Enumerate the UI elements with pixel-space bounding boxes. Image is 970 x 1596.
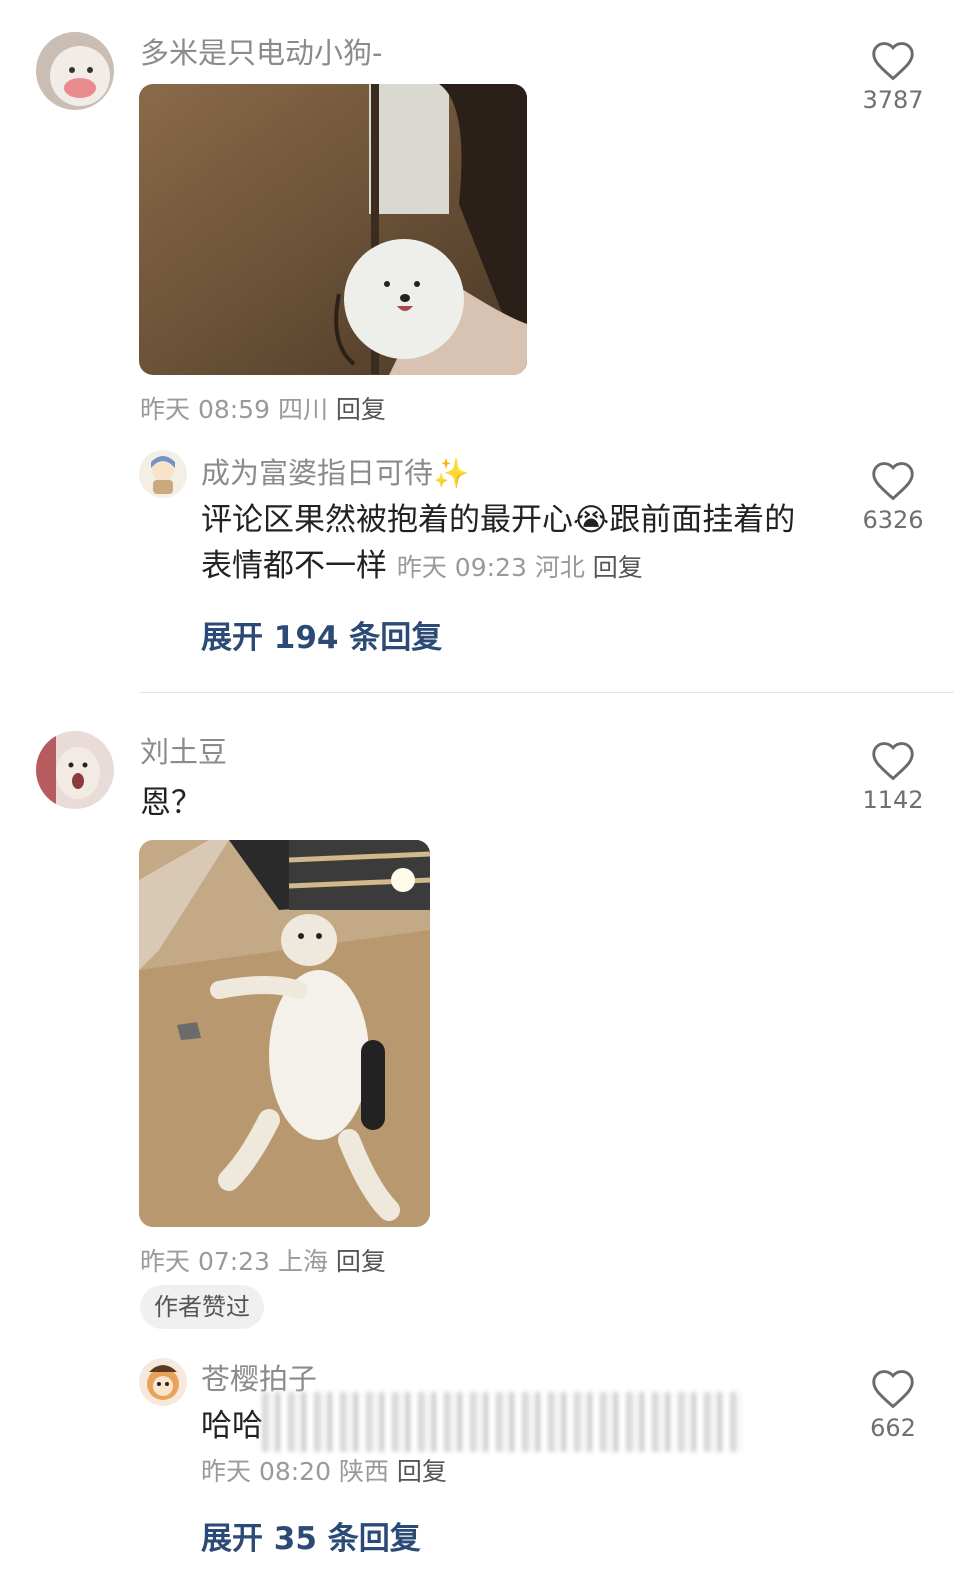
reply-username[interactable]: 成为富婆指日可待✨ [201,450,469,492]
author-liked-badge: 作者赞过 [140,1285,264,1329]
like-count: 662 [870,1414,916,1442]
comment-image[interactable] [139,84,527,375]
reply-avatar[interactable] [139,450,187,498]
comment-image[interactable] [139,840,430,1227]
like-button[interactable]: 662 [853,1368,933,1442]
like-button[interactable]: 1142 [853,740,933,814]
like-button[interactable]: 3787 [853,40,933,114]
reply-avatar[interactable] [139,1358,187,1406]
reply-text: 哈哈 [201,1408,263,1444]
comment-meta: 昨天 07:23 上海 回复 [140,1242,386,1278]
crying-emoji-icon: 😭 [573,502,610,538]
heart-outline-icon [853,460,933,502]
like-count: 3787 [862,86,924,114]
comment-location: 四川 [277,395,328,424]
avatar[interactable] [36,731,114,809]
sparkles-icon: ✨ [433,456,470,490]
like-button[interactable]: 6326 [853,460,933,534]
reply-button[interactable]: 回复 [336,395,386,424]
reply-meta: 昨天 08:20 陕西 回复 [201,1457,447,1486]
reply-button[interactable]: 回复 [336,1247,386,1276]
expand-replies-link[interactable]: 展开 35 条回复 [201,1513,421,1558]
comment-time: 昨天 07:23 [140,1247,270,1276]
comment-username[interactable]: 刘土豆 [140,729,227,771]
reply-meta: 昨天 09:23 河北 回复 [396,553,643,582]
heart-outline-icon [853,1368,933,1410]
like-count: 1142 [862,786,924,814]
avatar[interactable] [36,32,114,110]
comment-time: 昨天 08:59 [140,395,270,424]
comment-text: 恩？ [140,785,202,821]
blurred-overlay [262,1392,742,1452]
like-count: 6326 [862,506,924,534]
heart-outline-icon [853,740,933,782]
comment-location: 上海 [277,1247,328,1276]
comment-meta: 昨天 08:59 四川 回复 [140,390,386,426]
divider [139,692,954,693]
reply-button[interactable]: 回复 [593,553,643,582]
reply-text: 评论区果然被抱着的最开心😭跟前面挂着的表情都不一样 昨天 09:23 河北 回复 [201,502,796,584]
reply-button[interactable]: 回复 [397,1457,447,1486]
heart-outline-icon [853,40,933,82]
expand-replies-link[interactable]: 展开 194 条回复 [201,612,442,657]
comment-username[interactable]: 多米是只电动小狗- [140,30,382,72]
